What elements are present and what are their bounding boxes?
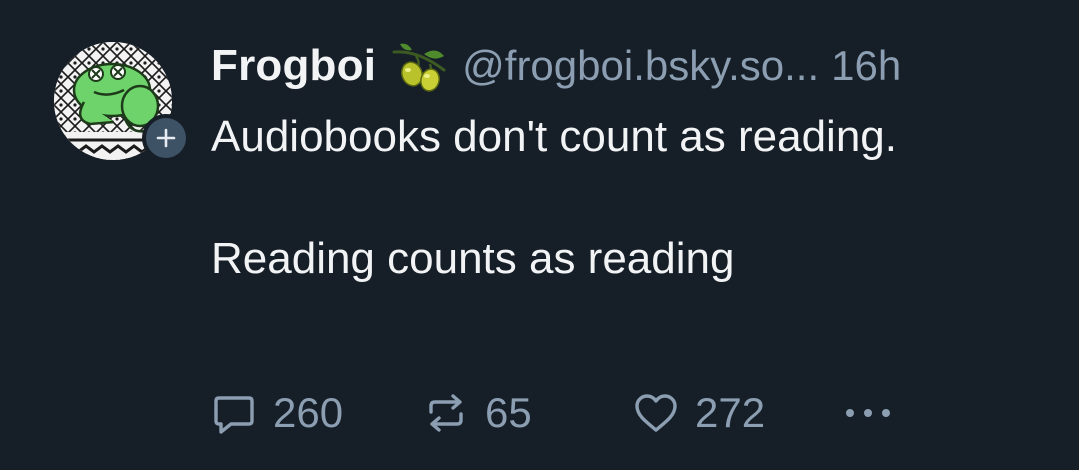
- reply-bubble-icon: [211, 390, 257, 436]
- more-options-button[interactable]: [843, 386, 893, 440]
- post-actions: 260 65 272: [211, 386, 1031, 440]
- post-header: Frogboi @frogboi.bsky.so... 16h: [211, 36, 901, 96]
- like-count: 272: [695, 389, 766, 436]
- heart-icon: [633, 390, 679, 436]
- post-text: Audiobooks don't count as reading. Readi…: [211, 106, 1031, 289]
- post-card[interactable]: Frogboi @frogboi.bsky.so... 16h Audioboo…: [0, 0, 1079, 470]
- olive-icon: [390, 40, 446, 92]
- post-timestamp[interactable]: 16h: [831, 42, 901, 90]
- reply-button[interactable]: 260: [211, 386, 343, 440]
- post-text-line-1: Audiobooks don't count as reading.: [211, 112, 897, 161]
- plus-icon: [156, 128, 176, 148]
- reply-count: 260: [273, 389, 344, 436]
- repost-count: 65: [485, 389, 532, 436]
- author-handle[interactable]: @frogboi.bsky.so...: [462, 42, 819, 90]
- more-dots-icon: [843, 403, 893, 423]
- follow-badge-background: [146, 118, 186, 158]
- repost-icon: [423, 390, 469, 436]
- author-display-name[interactable]: Frogboi: [211, 41, 376, 91]
- like-button[interactable]: 272: [633, 386, 765, 440]
- follow-button[interactable]: [142, 114, 190, 162]
- post-text-line-2: Reading counts as reading: [211, 234, 735, 283]
- repost-button[interactable]: 65: [423, 386, 532, 440]
- avatar-container: [54, 42, 190, 168]
